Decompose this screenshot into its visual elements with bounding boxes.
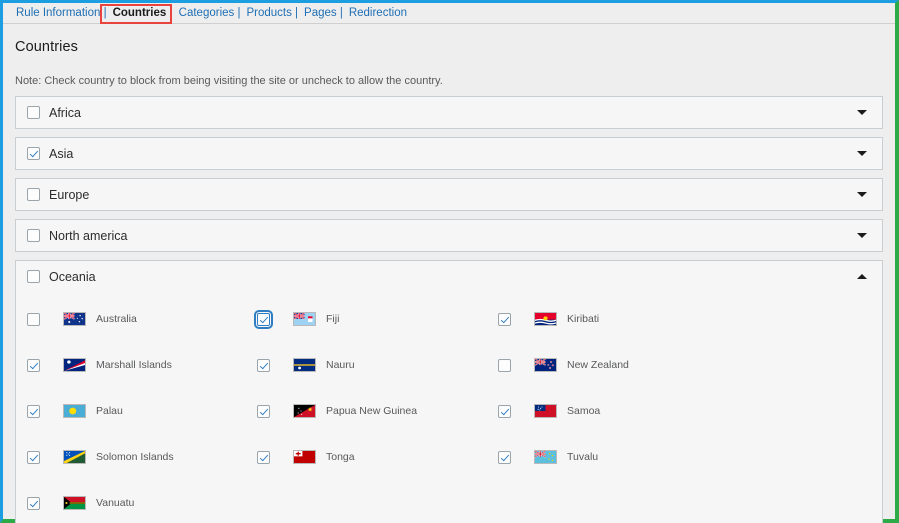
country-item[interactable]: Kiribati bbox=[498, 312, 739, 326]
country-item[interactable]: New Zealand bbox=[498, 358, 739, 372]
region-checkbox-asia[interactable] bbox=[27, 147, 40, 160]
country-item[interactable]: Solomon Islands bbox=[16, 450, 257, 464]
flag-samoa-icon bbox=[534, 404, 557, 418]
country-label: Palau bbox=[96, 405, 123, 417]
country-checkbox-tuvalu[interactable] bbox=[498, 451, 511, 464]
country-label: Tonga bbox=[326, 451, 355, 463]
country-checkbox-papua-new-guinea[interactable] bbox=[257, 405, 270, 418]
country-label: New Zealand bbox=[567, 359, 629, 371]
country-item[interactable]: Marshall Islands bbox=[16, 358, 257, 372]
country-grid: Australia Fiji Kiribati Marshall Islands Nau… bbox=[16, 292, 882, 523]
flag-papua-new-guinea-icon bbox=[293, 404, 316, 418]
region-header-asia[interactable]: Asia bbox=[16, 138, 882, 169]
country-label: Vanuatu bbox=[96, 497, 134, 509]
flag-fiji-icon bbox=[293, 312, 316, 326]
region-label: Asia bbox=[49, 147, 73, 161]
tab-products[interactable]: Products | bbox=[243, 7, 301, 19]
region-checkbox-europe[interactable] bbox=[27, 188, 40, 201]
country-item[interactable]: Australia bbox=[16, 312, 257, 326]
region-label: Africa bbox=[49, 106, 81, 120]
country-row: Marshall Islands Nauru New Zealand bbox=[16, 342, 882, 388]
country-checkbox-solomon-islands[interactable] bbox=[27, 451, 40, 464]
country-label: Kiribati bbox=[567, 313, 599, 325]
region-accordion-north-america: North america bbox=[15, 219, 883, 252]
country-label: Samoa bbox=[567, 405, 600, 417]
note-text: Note: Check country to block from being … bbox=[3, 55, 895, 96]
region-checkbox-africa[interactable] bbox=[27, 106, 40, 119]
chevron-down-icon[interactable] bbox=[857, 151, 867, 156]
country-item[interactable]: Papua New Guinea bbox=[257, 404, 498, 418]
region-label: North america bbox=[49, 229, 128, 243]
region-accordion-africa: Africa bbox=[15, 96, 883, 129]
tab-bar: Rule Information |Countries |Categories … bbox=[3, 3, 895, 24]
chevron-down-icon[interactable] bbox=[857, 233, 867, 238]
country-row: Australia Fiji Kiribati bbox=[16, 296, 882, 342]
country-checkbox-samoa[interactable] bbox=[498, 405, 511, 418]
tab-rule-information[interactable]: Rule Information | bbox=[13, 7, 110, 19]
region-accordion-asia: Asia bbox=[15, 137, 883, 170]
country-checkbox-tonga[interactable] bbox=[257, 451, 270, 464]
country-item[interactable]: Nauru bbox=[257, 358, 498, 372]
region-label: Oceania bbox=[49, 270, 96, 284]
region-accordion-oceania: Oceania Australia Fiji Kiribati Marshall Isl… bbox=[15, 260, 883, 523]
region-header-oceania[interactable]: Oceania bbox=[16, 261, 882, 292]
country-item[interactable]: Palau bbox=[16, 404, 257, 418]
country-label: Nauru bbox=[326, 359, 355, 371]
country-checkbox-marshall-islands[interactable] bbox=[27, 359, 40, 372]
country-row: Solomon Islands Tonga Tuvalu bbox=[16, 434, 882, 480]
tab-countries[interactable]: Countries | bbox=[110, 7, 176, 19]
country-item[interactable]: Fiji bbox=[257, 312, 498, 326]
country-label: Papua New Guinea bbox=[326, 405, 417, 417]
country-item[interactable]: Tonga bbox=[257, 450, 498, 464]
region-header-north-america[interactable]: North america bbox=[16, 220, 882, 251]
country-label: Solomon Islands bbox=[96, 451, 174, 463]
region-checkbox-oceania[interactable] bbox=[27, 270, 40, 283]
tab-categories[interactable]: Categories | bbox=[176, 7, 244, 19]
country-label: Tuvalu bbox=[567, 451, 598, 463]
flag-kiribati-icon bbox=[534, 312, 557, 326]
page-title: Countries bbox=[3, 24, 895, 55]
flag-solomon-islands-icon bbox=[63, 450, 86, 464]
region-label: Europe bbox=[49, 188, 89, 202]
chevron-up-icon[interactable] bbox=[857, 274, 867, 279]
flag-nauru-icon bbox=[293, 358, 316, 372]
country-row: Palau Papua New Guinea Samoa bbox=[16, 388, 882, 434]
country-label: Marshall Islands bbox=[96, 359, 172, 371]
country-label: Fiji bbox=[326, 313, 339, 325]
chevron-down-icon[interactable] bbox=[857, 192, 867, 197]
country-checkbox-new-zealand[interactable] bbox=[498, 359, 511, 372]
flag-palau-icon bbox=[63, 404, 86, 418]
region-header-europe[interactable]: Europe bbox=[16, 179, 882, 210]
tab-pages[interactable]: Pages | bbox=[301, 7, 346, 19]
flag-australia-icon bbox=[63, 312, 86, 326]
region-checkbox-north-america[interactable] bbox=[27, 229, 40, 242]
country-checkbox-nauru[interactable] bbox=[257, 359, 270, 372]
country-checkbox-vanuatu[interactable] bbox=[27, 497, 40, 510]
country-checkbox-australia[interactable] bbox=[27, 313, 40, 326]
flag-tonga-icon bbox=[293, 450, 316, 464]
plugin-settings-window: Rule Information |Countries |Categories … bbox=[0, 0, 899, 523]
country-checkbox-fiji[interactable] bbox=[257, 313, 270, 326]
tab-redirection[interactable]: Redirection bbox=[346, 7, 410, 19]
country-item[interactable]: Samoa bbox=[498, 404, 739, 418]
country-label: Australia bbox=[96, 313, 137, 325]
chevron-down-icon[interactable] bbox=[857, 110, 867, 115]
country-item[interactable]: Vanuatu bbox=[16, 496, 257, 510]
flag-new-zealand-icon bbox=[534, 358, 557, 372]
flag-vanuatu-icon bbox=[63, 496, 86, 510]
flag-tuvalu-icon bbox=[534, 450, 557, 464]
country-checkbox-kiribati[interactable] bbox=[498, 313, 511, 326]
country-item[interactable]: Tuvalu bbox=[498, 450, 739, 464]
country-checkbox-palau[interactable] bbox=[27, 405, 40, 418]
region-header-africa[interactable]: Africa bbox=[16, 97, 882, 128]
country-row: Vanuatu bbox=[16, 480, 882, 523]
region-accordion-list: Africa Asia Europe North america Oceania Aust… bbox=[3, 96, 895, 523]
flag-marshall-islands-icon bbox=[63, 358, 86, 372]
region-accordion-europe: Europe bbox=[15, 178, 883, 211]
